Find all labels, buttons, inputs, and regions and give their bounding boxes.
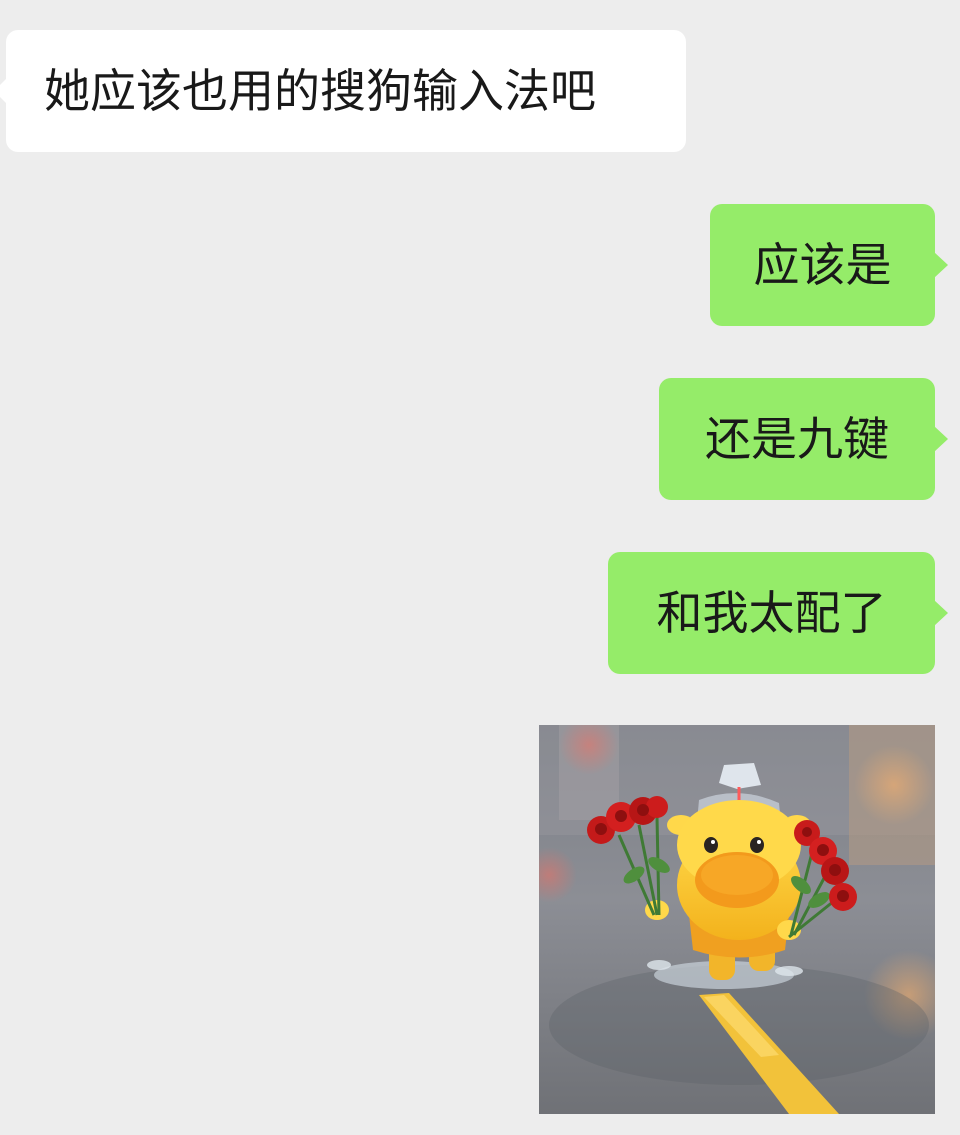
message-text: 她应该也用的搜狗输入法吧 bbox=[44, 64, 596, 118]
bubble-tail bbox=[934, 426, 948, 452]
bubble-tail bbox=[934, 600, 948, 626]
message-text: 应该是 bbox=[753, 238, 892, 292]
sticker-message[interactable] bbox=[539, 725, 935, 1114]
bubble-tail bbox=[0, 78, 7, 104]
message-text: 还是九键 bbox=[705, 412, 889, 466]
outgoing-message-bubble[interactable]: 还是九键 bbox=[659, 378, 948, 500]
outgoing-message-bubble[interactable]: 和我太配了 bbox=[608, 552, 948, 674]
outgoing-message-bubble[interactable]: 应该是 bbox=[710, 204, 948, 326]
chat-message-list[interactable]: 她应该也用的搜狗输入法吧 应该是 还是九键 和我太配了 bbox=[0, 0, 960, 1135]
bubble-tail bbox=[934, 252, 948, 278]
incoming-message-bubble[interactable]: 她应该也用的搜狗输入法吧 bbox=[0, 30, 686, 152]
message-text: 和我太配了 bbox=[656, 586, 887, 640]
yellow-cartoon-character-holding-roses-sticker bbox=[539, 725, 935, 1114]
